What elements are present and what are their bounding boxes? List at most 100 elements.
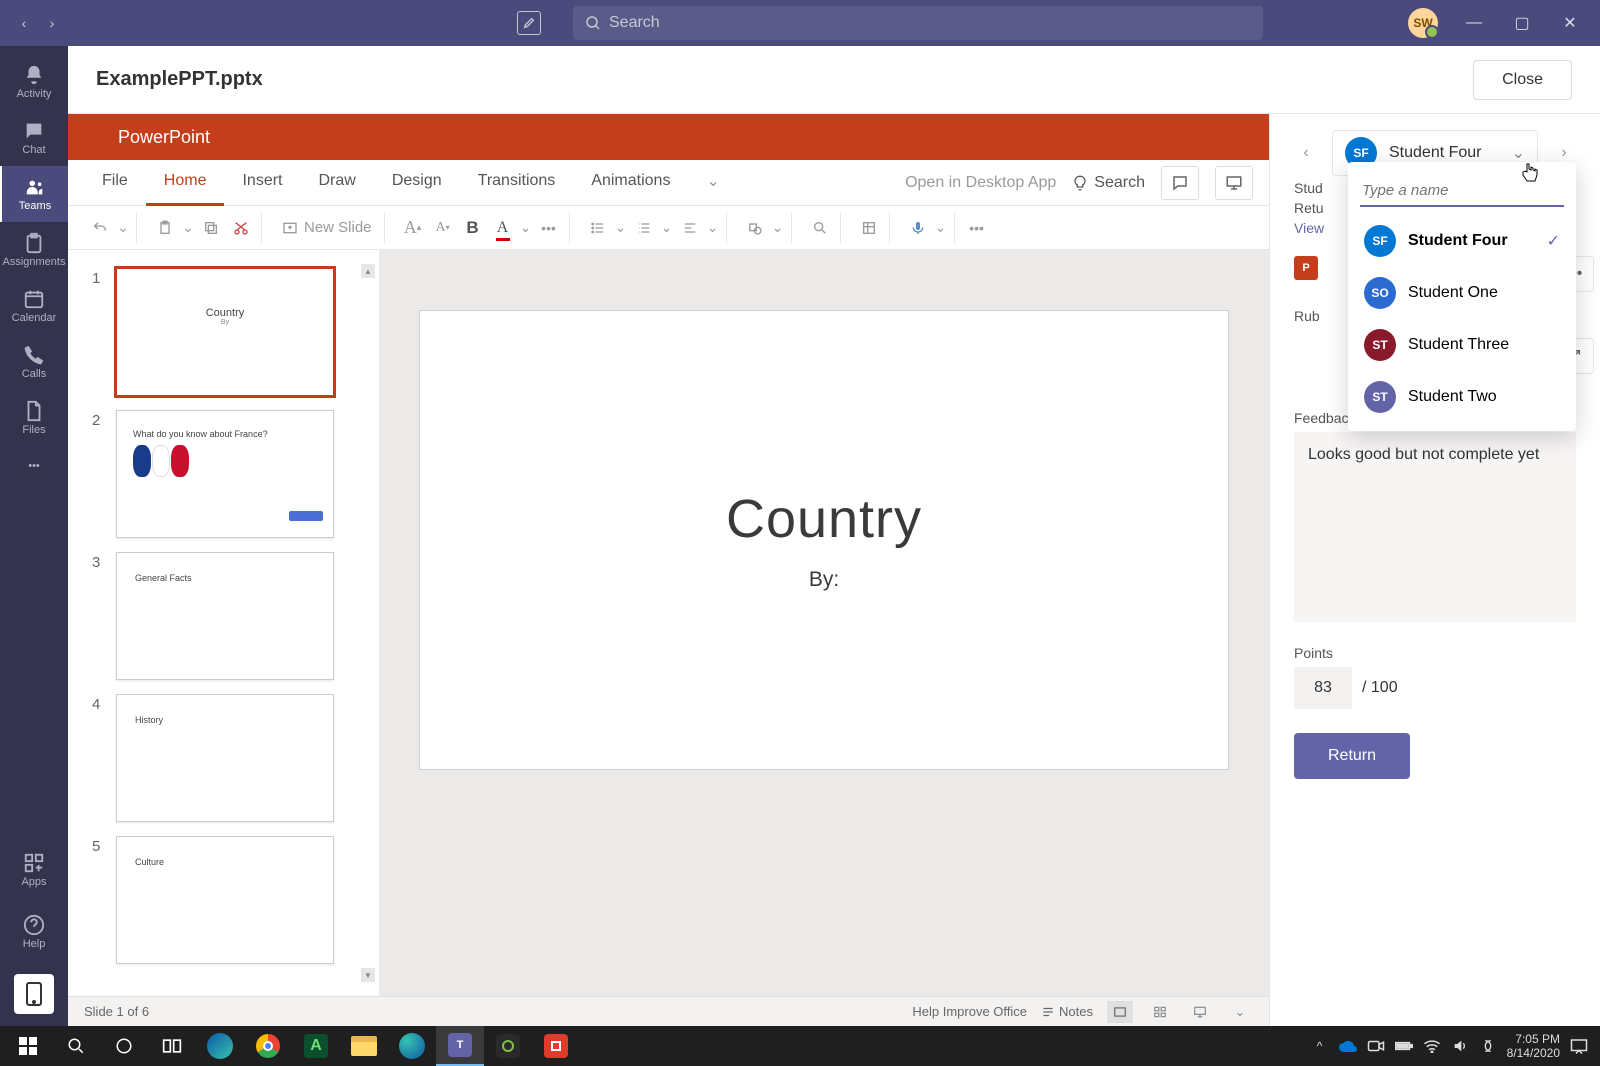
rail-calls[interactable]: Calls [0, 334, 68, 390]
student-option-four[interactable]: SF Student Four ✓ [1348, 215, 1576, 267]
maximize-button[interactable]: ▢ [1510, 11, 1534, 35]
student-option-three[interactable]: ST Student Three [1348, 319, 1576, 371]
font-decrease[interactable]: A▾ [429, 213, 457, 243]
user-avatar[interactable]: SW [1408, 8, 1438, 38]
taskbar-cortana[interactable] [100, 1026, 148, 1066]
thumb-3[interactable]: General Facts [116, 552, 334, 680]
close-window-button[interactable]: ✕ [1558, 11, 1582, 35]
tab-insert[interactable]: Insert [224, 160, 300, 206]
shapes-button[interactable] [741, 213, 769, 243]
rail-help[interactable]: Help [0, 904, 68, 960]
view-reading[interactable] [1187, 1001, 1213, 1023]
rail-apps[interactable]: Apps [0, 842, 68, 898]
student-search-input[interactable] [1362, 182, 1563, 199]
thumb-5[interactable]: Culture [116, 836, 334, 964]
prev-student[interactable]: ‹ [1294, 144, 1318, 162]
tray-wifi-icon[interactable] [1423, 1037, 1441, 1055]
thumbs-scroll-down[interactable]: ▼ [361, 968, 375, 982]
font-color-dropdown[interactable]: ⌄ [519, 213, 533, 243]
new-slide-button[interactable]: New Slide [276, 213, 378, 243]
open-desktop-button[interactable]: Open in Desktop App [905, 174, 1056, 192]
help-improve-link[interactable]: Help Improve Office [912, 1004, 1027, 1019]
tab-design[interactable]: Design [374, 160, 460, 206]
taskbar-chrome[interactable] [244, 1026, 292, 1066]
tab-draw[interactable]: Draw [300, 160, 373, 206]
thumb-2[interactable]: What do you know about France? [116, 410, 334, 538]
toolbar-overflow[interactable]: ••• [963, 213, 991, 243]
tab-more[interactable]: ⌄ [688, 160, 737, 206]
close-button[interactable]: Close [1473, 60, 1572, 100]
view-more[interactable]: ⌄ [1227, 1001, 1253, 1023]
tell-me-search[interactable]: Search [1072, 174, 1145, 192]
next-student[interactable]: › [1552, 144, 1576, 162]
font-more[interactable]: ••• [535, 213, 563, 243]
comments-button[interactable] [1161, 166, 1199, 200]
rail-mobile[interactable] [14, 974, 54, 1014]
points-input[interactable] [1294, 667, 1352, 709]
taskbar-edge-legacy[interactable] [196, 1026, 244, 1066]
view-normal[interactable] [1107, 1001, 1133, 1023]
taskbar-explorer[interactable] [340, 1026, 388, 1066]
feedback-input[interactable] [1294, 432, 1576, 622]
cut-button[interactable] [227, 213, 255, 243]
taskbar-snagit[interactable] [532, 1026, 580, 1066]
rail-calendar[interactable]: Calendar [0, 278, 68, 334]
rail-assignments[interactable]: Assignments [0, 222, 68, 278]
tray-onedrive-icon[interactable] [1339, 1037, 1357, 1055]
student-option-two[interactable]: ST Student Two [1348, 371, 1576, 423]
align-button[interactable] [676, 213, 704, 243]
taskbar-search[interactable] [52, 1026, 100, 1066]
taskbar-camtasia[interactable] [484, 1026, 532, 1066]
present-button[interactable] [1215, 166, 1253, 200]
tab-animations[interactable]: Animations [573, 160, 688, 206]
bold-button[interactable]: B [459, 213, 487, 243]
taskbar-app-green[interactable]: A [292, 1026, 340, 1066]
tray-clock[interactable]: 7:05 PM 8/14/2020 [1507, 1032, 1560, 1061]
back-button[interactable]: ‹ [14, 13, 34, 33]
bullets-dropdown[interactable]: ⌄ [614, 213, 628, 243]
rail-activity[interactable]: Activity [0, 54, 68, 110]
numbering-button[interactable] [630, 213, 658, 243]
student-search[interactable] [1360, 176, 1564, 207]
rail-more[interactable]: ••• [0, 446, 68, 486]
tray-meetnow-icon[interactable] [1367, 1037, 1385, 1055]
view-sorter[interactable] [1147, 1001, 1173, 1023]
align-dropdown[interactable]: ⌄ [706, 213, 720, 243]
thumb-1[interactable]: Country By [116, 268, 334, 396]
shapes-dropdown[interactable]: ⌄ [771, 213, 785, 243]
tray-notifications-icon[interactable] [1570, 1037, 1588, 1055]
font-color-button[interactable]: A [489, 213, 517, 243]
undo-dropdown[interactable]: ⌄ [116, 213, 130, 243]
return-button[interactable]: Return [1294, 733, 1410, 779]
bullets-button[interactable] [584, 213, 612, 243]
rail-files[interactable]: Files [0, 390, 68, 446]
thumbs-scroll-up[interactable]: ▲ [361, 264, 375, 278]
paste-button[interactable] [151, 213, 179, 243]
undo-button[interactable] [86, 213, 114, 243]
taskbar-taskview[interactable] [148, 1026, 196, 1066]
notes-toggle[interactable]: Notes [1041, 1004, 1093, 1019]
student-option-one[interactable]: SO Student One [1348, 267, 1576, 319]
dictate-button[interactable] [904, 213, 932, 243]
thumb-4[interactable]: History [116, 694, 334, 822]
tab-home[interactable]: Home [146, 160, 225, 206]
find-button[interactable] [806, 213, 834, 243]
start-button[interactable] [4, 1026, 52, 1066]
paste-dropdown[interactable]: ⌄ [181, 213, 195, 243]
minimize-button[interactable]: — [1462, 11, 1486, 35]
forward-button[interactable]: › [42, 13, 62, 33]
rail-chat[interactable]: Chat [0, 110, 68, 166]
tray-volume-icon[interactable] [1451, 1037, 1469, 1055]
taskbar-edge[interactable] [388, 1026, 436, 1066]
tray-battery-icon[interactable] [1395, 1037, 1413, 1055]
tray-overflow[interactable]: ^ [1311, 1037, 1329, 1055]
compose-icon[interactable] [517, 11, 541, 35]
designer-button[interactable] [855, 213, 883, 243]
font-increase[interactable]: A▴ [399, 213, 427, 243]
taskbar-teams[interactable]: T [436, 1026, 484, 1066]
slide-canvas[interactable]: Country By: [379, 250, 1269, 996]
slide[interactable]: Country By: [419, 310, 1229, 770]
rail-teams[interactable]: Teams [0, 166, 68, 222]
tab-file[interactable]: File [84, 160, 146, 206]
copy-button[interactable] [197, 213, 225, 243]
